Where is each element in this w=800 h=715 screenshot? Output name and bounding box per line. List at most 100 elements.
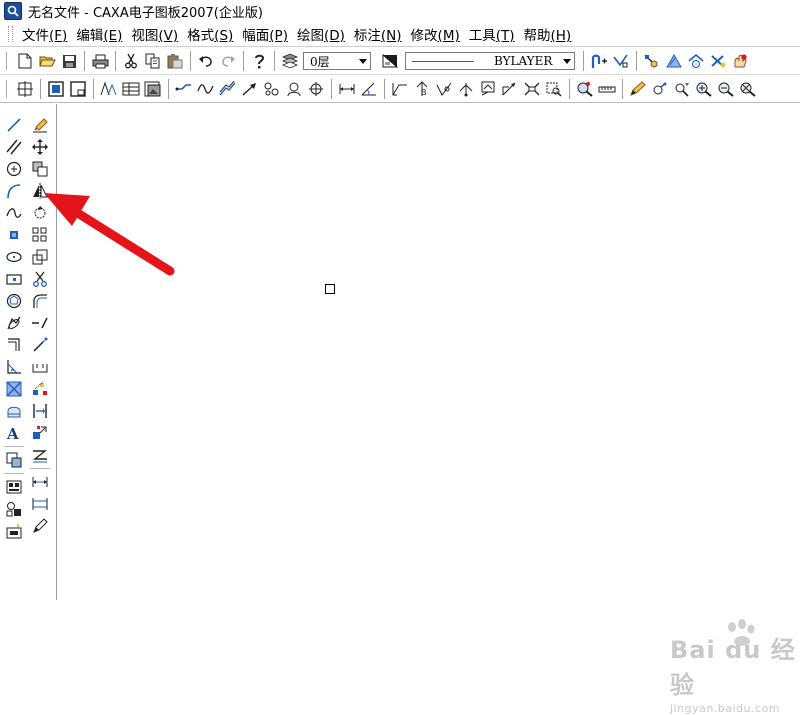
linetype-select[interactable]: BYLAYER [405, 52, 575, 70]
explode-tool-icon[interactable] [29, 378, 51, 400]
ellipse-tool-icon[interactable] [3, 246, 25, 268]
drawing-canvas[interactable]: Bai du 经验 jingyan.baidu.com [58, 104, 800, 715]
parts-library-tool-icon[interactable] [3, 476, 25, 498]
mirror-tool-icon[interactable] [29, 180, 51, 202]
drag-hand-icon[interactable] [729, 50, 751, 72]
zoom-window-icon[interactable] [574, 78, 596, 100]
pan-view-icon[interactable] [649, 78, 671, 100]
roughness-icon[interactable] [433, 78, 455, 100]
hatch-tool-icon[interactable] [3, 356, 25, 378]
block-icon[interactable] [283, 78, 305, 100]
cut-icon[interactable] [120, 50, 142, 72]
arc-tool-icon[interactable] [3, 180, 25, 202]
extend-tool-icon[interactable] [29, 334, 51, 356]
point-tool-icon[interactable] [3, 224, 25, 246]
weld-symbol-icon[interactable] [455, 78, 477, 100]
datum-icon[interactable]: B [411, 78, 433, 100]
text-tool-icon[interactable]: A [3, 422, 25, 444]
pencil-icon[interactable] [627, 78, 649, 100]
line-tool-icon[interactable] [3, 114, 25, 136]
menu-dimension[interactable]: 标注(N) [350, 24, 406, 44]
break-tool-icon[interactable] [29, 312, 51, 334]
zoom-out-icon[interactable] [715, 78, 737, 100]
hatch-icon[interactable] [663, 50, 685, 72]
stretch-tool-icon[interactable] [29, 356, 51, 378]
layer-select[interactable]: 0层 [303, 52, 371, 70]
dimension-linear-icon[interactable] [29, 471, 51, 493]
fill-tool-icon[interactable] [3, 378, 25, 400]
menu-edit[interactable]: 编辑(E) [72, 24, 126, 44]
new-file-icon[interactable] [14, 50, 36, 72]
menu-modify[interactable]: 修改(M) [407, 24, 464, 44]
arrow-draw-icon[interactable] [239, 78, 261, 100]
center-line-icon[interactable] [305, 78, 327, 100]
edit-tool-icon[interactable] [29, 515, 51, 537]
grid-snap-icon[interactable] [610, 50, 632, 72]
standard-parts-icon[interactable] [3, 498, 25, 520]
menu-draw[interactable]: 绘图(D) [293, 24, 349, 44]
image-insert-icon[interactable] [142, 78, 164, 100]
zoom-all-icon[interactable] [737, 78, 759, 100]
paste-icon[interactable] [164, 50, 186, 72]
dimension-baseline-icon[interactable] [29, 493, 51, 515]
crosshair-point-icon[interactable] [14, 78, 36, 100]
fillet-tool-icon[interactable] [29, 290, 51, 312]
measure-icon[interactable] [641, 50, 663, 72]
zoom-region-icon[interactable] [543, 78, 565, 100]
parallel-line-tool-icon[interactable] [3, 136, 25, 158]
spline-tool-icon[interactable] [3, 202, 25, 224]
insert-block-icon[interactable] [3, 449, 25, 471]
help-question-icon[interactable] [248, 50, 270, 72]
equidistant-line-icon[interactable] [3, 334, 25, 356]
copy-icon[interactable] [142, 50, 164, 72]
save-icon[interactable] [58, 50, 80, 72]
tolerance-icon[interactable] [477, 78, 499, 100]
polyline-icon[interactable] [173, 78, 195, 100]
rotate-tool-icon[interactable] [29, 202, 51, 224]
menu-format[interactable]: 格式(S) [183, 24, 237, 44]
undo-icon[interactable] [195, 50, 217, 72]
property-tool-icon[interactable] [685, 50, 707, 72]
menu-file[interactable]: 文件(F) [18, 24, 71, 44]
menu-sheet[interactable]: 幅面(P) [238, 24, 292, 44]
trim-tool-icon[interactable] [29, 268, 51, 290]
rectangle-tool-icon[interactable] [3, 268, 25, 290]
title-block-icon[interactable] [67, 78, 89, 100]
chamfer-tool-icon[interactable] [29, 444, 51, 466]
ruler-icon[interactable] [596, 78, 618, 100]
menu-view[interactable]: 视图(V) [127, 24, 182, 44]
redo-icon[interactable] [217, 50, 239, 72]
polygon-tool-icon[interactable] [3, 290, 25, 312]
leader-icon[interactable] [389, 78, 411, 100]
offset-tool-icon[interactable] [29, 422, 51, 444]
circle-tool-icon[interactable] [3, 158, 25, 180]
wave-line-icon[interactable] [195, 78, 217, 100]
array-tool-icon[interactable] [29, 224, 51, 246]
scale-tool-icon[interactable] [29, 246, 51, 268]
dynamic-pan-icon[interactable] [671, 78, 693, 100]
frame-icon[interactable] [45, 78, 67, 100]
object-snap-icon[interactable] [707, 50, 729, 72]
table-icon[interactable] [120, 78, 142, 100]
drawing-package-icon[interactable] [3, 520, 25, 542]
double-line-icon[interactable] [217, 78, 239, 100]
move-tool-icon[interactable] [29, 136, 51, 158]
angle-dimension-icon[interactable] [358, 78, 380, 100]
menu-help[interactable]: 帮助(H) [520, 24, 576, 44]
dimension-icon[interactable] [336, 78, 358, 100]
snap-point-icon[interactable] [588, 50, 610, 72]
shaded-region-icon[interactable] [3, 400, 25, 422]
feature-label-icon[interactable] [521, 78, 543, 100]
layer-manager-icon[interactable] [279, 50, 301, 72]
zoom-in-icon[interactable] [693, 78, 715, 100]
color-setting-icon[interactable] [379, 50, 401, 72]
menu-tools[interactable]: 工具(T) [465, 24, 519, 44]
spline-icon[interactable] [261, 78, 283, 100]
eraser-tool-icon[interactable] [29, 114, 51, 136]
centerline-tool-icon[interactable] [3, 312, 25, 334]
chevron-down-icon[interactable] [560, 53, 574, 69]
copy-tool-icon[interactable] [29, 158, 51, 180]
align-tool-icon[interactable] [29, 400, 51, 422]
chevron-down-icon[interactable] [356, 53, 370, 69]
chamfer-label-icon[interactable] [499, 78, 521, 100]
